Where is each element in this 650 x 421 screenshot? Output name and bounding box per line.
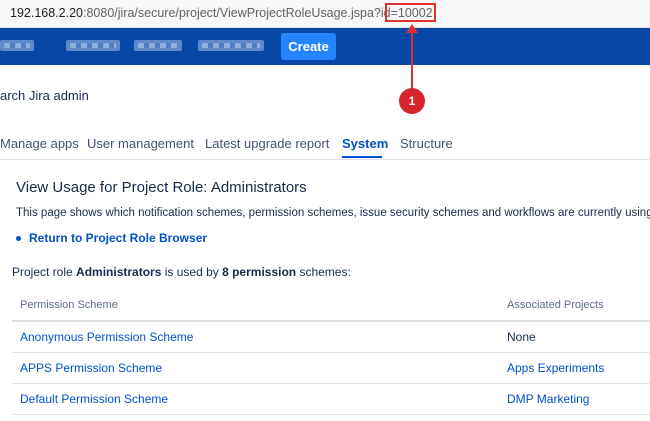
tab-system[interactable]: System	[342, 136, 388, 151]
scheme-cell: APPS Permission Scheme	[12, 352, 499, 384]
table-row: Default Permission Scheme DMP Marketing	[12, 383, 650, 415]
annotation-arrow-line	[411, 27, 413, 91]
tab-user-management[interactable]: User management	[87, 136, 194, 151]
column-header-associated-projects: Associated Projects	[499, 290, 650, 322]
redacted-nav-item[interactable]	[134, 40, 182, 51]
redacted-nav-item[interactable]	[0, 40, 34, 51]
table-row: Anonymous Permission Scheme None	[12, 321, 650, 353]
summary-middle: is used by	[161, 265, 223, 279]
project-cell: Apps Experiments	[499, 352, 650, 384]
project-cell: None	[499, 321, 650, 353]
project-cell: DMP Marketing	[499, 383, 650, 415]
browser-address-bar[interactable]: 192.168.2.20:8080/jira/secure/project/Vi…	[0, 0, 650, 28]
create-button[interactable]: Create	[281, 33, 336, 60]
annotation-badge: 1	[399, 88, 425, 114]
tab-manage-apps[interactable]: Manage apps	[0, 136, 79, 151]
return-to-project-role-browser-link[interactable]: Return to Project Role Browser	[29, 231, 207, 245]
table-header-row: Permission Scheme Associated Projects	[12, 290, 650, 322]
url-id-highlight-box	[385, 3, 436, 22]
column-header-permission-scheme: Permission Scheme	[12, 290, 499, 322]
annotation-arrow-head-icon	[406, 24, 418, 33]
url-host: 192.168.2.20	[10, 6, 83, 20]
scheme-link[interactable]: APPS Permission Scheme	[20, 361, 162, 375]
jira-top-navigation: Create	[0, 28, 650, 65]
summary-count: 8 permission	[222, 265, 297, 279]
tab-structure[interactable]: Structure	[400, 136, 453, 151]
active-tab-indicator	[342, 156, 382, 158]
redacted-nav-item[interactable]	[198, 40, 264, 51]
bullet-icon	[16, 236, 21, 242]
project-link[interactable]: DMP Marketing	[507, 392, 589, 406]
tab-latest-upgrade-report[interactable]: Latest upgrade report	[205, 136, 329, 151]
summary-prefix: Project role	[12, 265, 77, 279]
usage-summary: Project role Administrators is used by 8…	[12, 265, 351, 279]
permission-scheme-table: Permission Scheme Associated Projects An…	[12, 290, 650, 415]
project-link[interactable]: Apps Experiments	[507, 361, 604, 375]
page-title: View Usage for Project Role: Administrat…	[16, 179, 307, 196]
scheme-link[interactable]: Default Permission Scheme	[20, 392, 168, 406]
summary-role: Administrators	[76, 265, 162, 279]
page-description: This page shows which notification schem…	[16, 207, 650, 219]
address-bar-url[interactable]: 192.168.2.20:8080/jira/secure/project/Vi…	[10, 0, 433, 27]
search-jira-admin[interactable]: arch Jira admin	[0, 88, 89, 103]
back-link-item: Return to Project Role Browser	[16, 231, 207, 245]
scheme-link[interactable]: Anonymous Permission Scheme	[20, 330, 193, 344]
redacted-nav-item[interactable]	[66, 40, 120, 51]
table-row: APPS Permission Scheme Apps Experiments	[12, 352, 650, 384]
summary-suffix: schemes:	[296, 265, 351, 279]
url-path: :8080/jira/secure/project/ViewProjectRol…	[83, 6, 433, 20]
scheme-cell: Anonymous Permission Scheme	[12, 321, 499, 353]
tabs-divider	[0, 159, 650, 160]
admin-tabs: Manage apps User management Latest upgra…	[0, 128, 650, 158]
scheme-cell: Default Permission Scheme	[12, 383, 499, 415]
